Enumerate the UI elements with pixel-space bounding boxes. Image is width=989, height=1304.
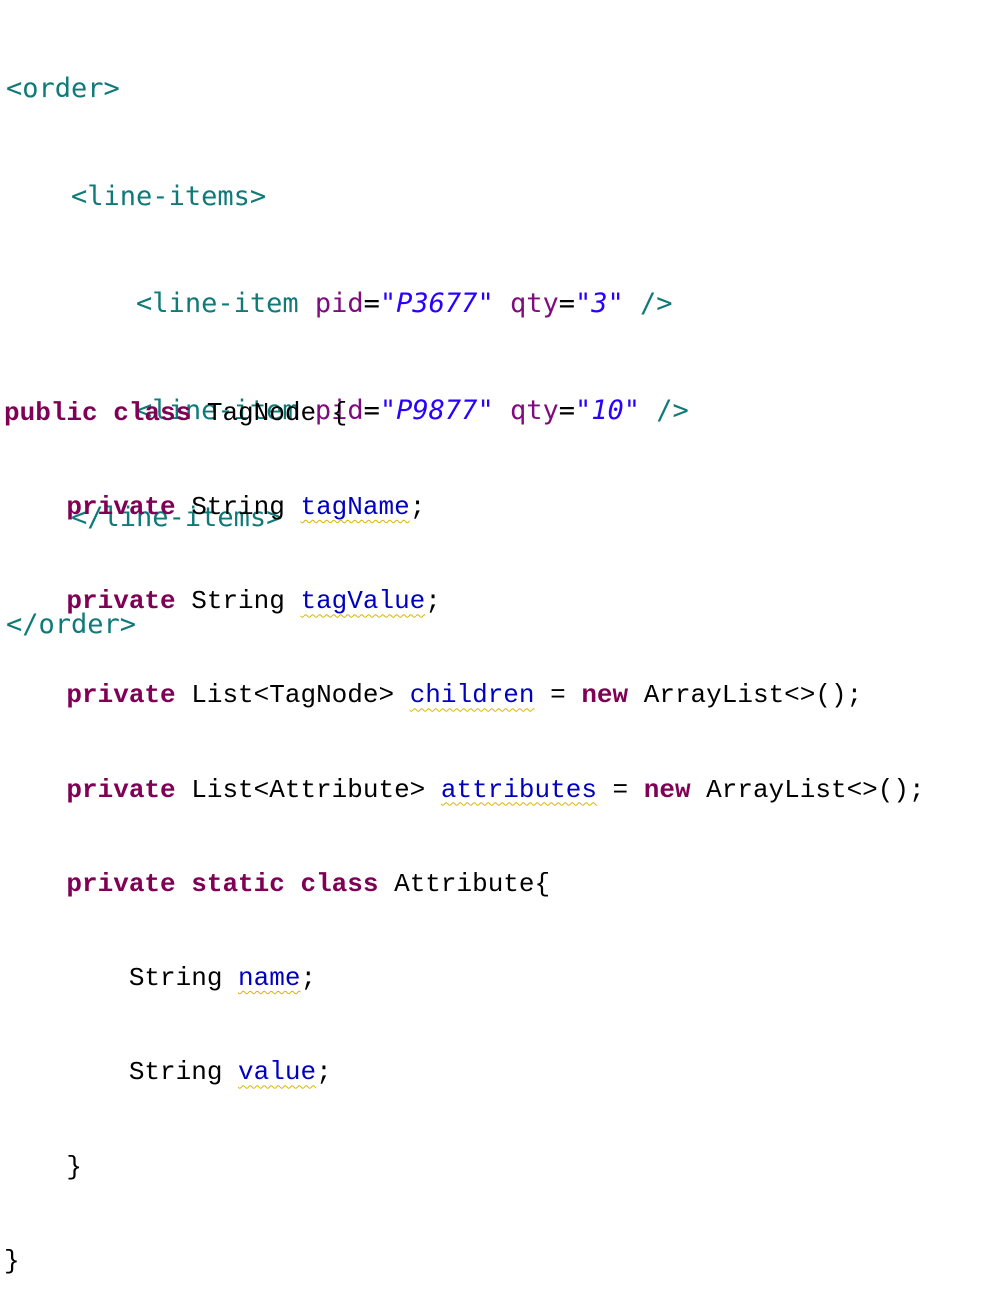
pid-attribute: pid — [314, 287, 364, 319]
field-name: tagValue — [300, 586, 426, 617]
java-line-inner-class: private static class Attribute{ — [4, 869, 925, 900]
java-line-attributes: private List<Attribute> attributes = new… — [4, 774, 925, 806]
class-name: Attribute{ — [378, 868, 551, 899]
keyword: private — [66, 680, 176, 711]
assignment: = — [596, 774, 644, 805]
java-line-name: String name; — [4, 963, 925, 994]
order-open-tag: <order> — [6, 73, 120, 105]
closing-brace: } — [4, 1245, 20, 1276]
assignment: = — [534, 680, 582, 711]
java-line-tagvalue: private String tagValue; — [4, 586, 925, 617]
xml-line-order-open: <order> — [6, 71, 689, 107]
xml-line-line-items-open: <line-items> — [6, 179, 689, 215]
type: List<Attribute> — [175, 774, 441, 805]
java-line-class-close: } — [4, 1246, 925, 1277]
keyword: public class — [4, 397, 192, 428]
java-line-children: private List<TagNode> children = new Arr… — [4, 680, 925, 711]
semicolon: ; — [409, 492, 426, 523]
qty-attribute: qty — [509, 287, 559, 319]
keyword: new — [581, 680, 629, 711]
field-name: name — [238, 963, 301, 994]
initializer: ArrayList<>(); — [690, 774, 925, 805]
type: String — [175, 586, 301, 617]
java-line-class-decl: public class TagNode { — [4, 398, 925, 429]
line-items-open-tag: <line-items> — [71, 180, 267, 212]
java-line-tagname: private String tagName; — [4, 492, 925, 523]
keyword: private — [66, 586, 176, 617]
java-line-value: String value; — [4, 1057, 925, 1088]
equals-sign: = — [363, 287, 380, 319]
field-name: children — [409, 680, 535, 711]
keyword: private — [66, 774, 176, 805]
field-name: attributes — [440, 774, 597, 805]
field-name: value — [238, 1057, 317, 1088]
type: String — [128, 1057, 239, 1088]
java-line-inner-close: } — [4, 1152, 925, 1183]
pid-value: "P3677" — [379, 287, 494, 319]
self-close-tag: /> — [623, 287, 673, 319]
semicolon: ; — [300, 963, 317, 994]
keyword: private — [66, 492, 176, 523]
class-name: TagNode { — [191, 397, 348, 428]
equals-sign: = — [558, 287, 576, 319]
java-code-snippet: public class TagNode { private String ta… — [4, 335, 925, 1304]
qty-value: "3" — [575, 287, 624, 319]
keyword: private static class — [66, 868, 379, 899]
semicolon: ; — [316, 1057, 332, 1088]
type: List<TagNode> — [175, 680, 410, 711]
type: String — [128, 963, 239, 994]
closing-brace: } — [66, 1151, 83, 1182]
initializer: ArrayList<>(); — [628, 680, 863, 711]
line-item-tag: <line-item — [136, 287, 315, 319]
field-name: tagName — [300, 492, 410, 523]
xml-line-item-1: <line-item pid="P3677" qty="3" /> — [6, 286, 689, 322]
type: String — [175, 492, 301, 523]
keyword: new — [643, 774, 691, 805]
semicolon: ; — [425, 586, 441, 617]
